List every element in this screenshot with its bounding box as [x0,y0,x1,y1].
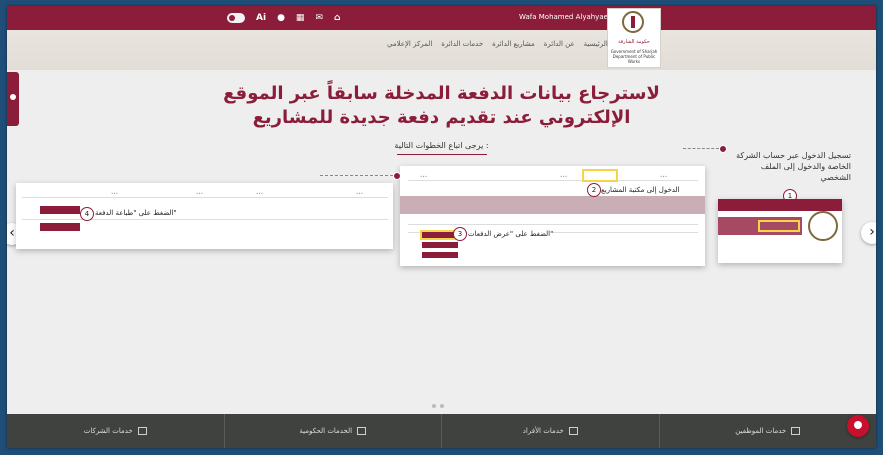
footer-individuals-services[interactable]: خدمات الأفراد [441,414,659,448]
step-4-screenshot: ••• ••• ••• ••• [16,183,393,249]
step-4-connector [320,175,393,176]
home-icon[interactable]: ⌂ [334,13,340,23]
follow-steps-label: يرجى اتباع الخطوات التالية : [394,141,489,150]
step-3-connector-dot [393,172,401,180]
footer-companies-services[interactable]: خدمات الشركات [7,414,224,448]
main-nav: الرئيسية عن الدائرة مشاريع الدائرة خدمات… [387,40,608,48]
step-2-text: الدخول إلى مكتبة المشاريع [601,186,680,194]
footer-government-services[interactable]: الخدمات الحكومية [223,414,441,448]
logo-english: Government of Sharjah Department of Publ… [610,49,658,64]
step-3-number: 3 [453,227,467,241]
government-icon [357,427,367,435]
site-header: Ai ● ▦ ✉ ⌂ Wafa Mohamed Alyahyaee حكومة … [7,6,876,70]
mail-icon[interactable]: ✉ [315,13,323,23]
chat-button[interactable] [847,415,869,437]
hero-title-line2: الإلكتروني عند تقديم دفعة جديدة للمشاريع [252,107,631,128]
nav-media-center[interactable]: المركز الإعلامي [387,40,432,48]
step-1-logo-icon [808,211,838,241]
pager-dot[interactable] [440,404,444,408]
step-1-connector [683,148,719,149]
hero-title-line1: لاسترجاع بيانات الدفعة المدخلة سابقاً عب… [223,83,660,104]
nav-services[interactable]: خدمات الدائرة [441,40,483,48]
step-2-highlight [582,169,618,182]
step-2-screenshot: ••• ••• ••• [400,166,705,266]
footer-services: خدمات الشركات الخدمات الحكومية خدمات الأ… [7,414,876,448]
next-slide-button[interactable]: › [861,222,876,244]
user-name[interactable]: Wafa Mohamed Alyahyaee [519,13,612,21]
companies-icon [137,427,147,435]
toolbar-icons: Ai ● ▦ ✉ ⌂ [227,10,340,26]
step-1-screenshot [718,199,842,263]
logo-arabic: حكومة الشارقة [618,39,650,45]
browser-viewport: Ai ● ▦ ✉ ⌂ Wafa Mohamed Alyahyaee حكومة … [7,6,876,448]
toggle-switch-icon[interactable] [227,13,245,23]
footer-employee-services[interactable]: خدمات الموظفين [658,414,876,448]
emblem-icon [622,11,644,33]
top-bar: Ai ● ▦ ✉ ⌂ Wafa Mohamed Alyahyaee [7,6,876,30]
slide-pager [432,404,444,408]
step-1-text: تسجيل الدخول عبر حساب الشركة الخاصة والد… [736,151,851,182]
calendar-icon[interactable]: ▦ [296,13,305,23]
ai-icon[interactable]: Ai [256,13,266,23]
individuals-icon [568,427,578,435]
step-4-text: الضغط على "طباعة الدفعة" [95,209,177,217]
nav-projects[interactable]: مشاريع الدائرة [492,40,535,48]
pager-dot[interactable] [432,404,436,408]
step-1-connector-dot [719,145,727,153]
step-1-highlight [758,220,800,232]
step-2-number: 2 [587,183,601,197]
step-4-number: 4 [80,207,94,221]
divider [397,154,487,155]
government-logo[interactable]: حكومة الشارقة Government of Sharjah Depa… [607,8,661,68]
employee-icon [791,427,801,435]
nav-home[interactable]: الرئيسية [584,40,608,48]
location-icon[interactable]: ● [277,13,285,23]
nav-about[interactable]: عن الدائرة [544,40,575,48]
step-3-text: الضغط على "عرض الدفعات" [468,230,554,238]
